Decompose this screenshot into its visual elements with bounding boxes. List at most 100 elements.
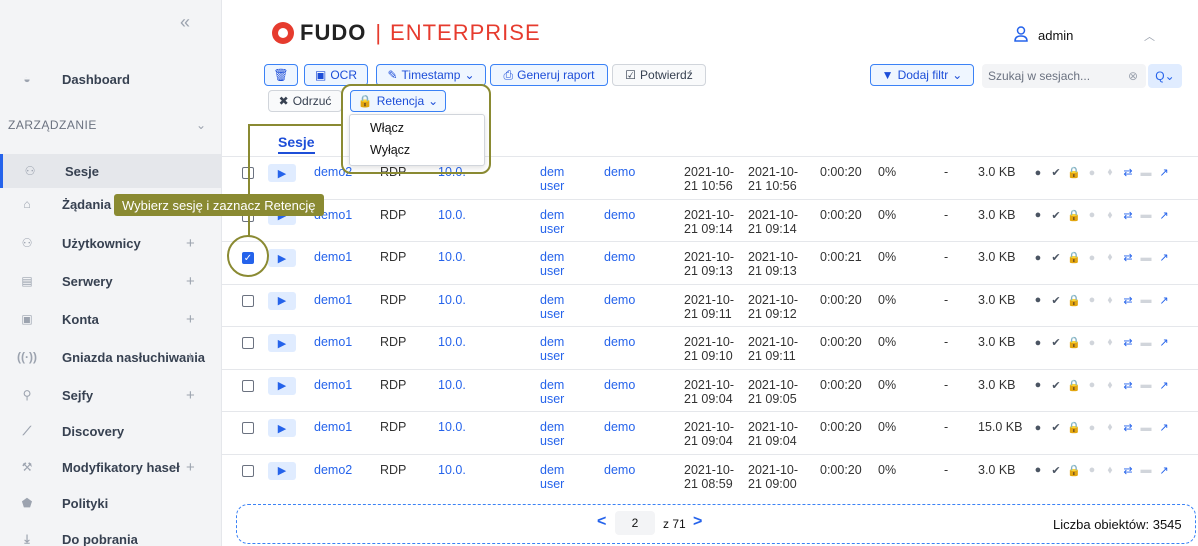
lock-icon[interactable]: 🔒 bbox=[1067, 166, 1081, 179]
status-icon[interactable]: ● bbox=[1032, 209, 1044, 221]
cell-user[interactable]: demo1 bbox=[314, 250, 352, 264]
cell-account-sub[interactable]: user bbox=[540, 264, 564, 278]
sidebar-item-policies[interactable]: ⬟ Polityki bbox=[0, 486, 222, 520]
menu-item-enable[interactable]: Włącz bbox=[350, 115, 484, 137]
comment-icon[interactable]: ● bbox=[1086, 209, 1098, 221]
approved-icon[interactable]: ✔ bbox=[1050, 251, 1062, 264]
play-icon[interactable]: ▶ bbox=[268, 376, 296, 395]
cell-server[interactable]: demo bbox=[604, 165, 635, 179]
tab-sesje[interactable]: Sesje bbox=[278, 134, 315, 154]
cell-server[interactable]: demo bbox=[604, 463, 635, 477]
document-icon[interactable]: ▬ bbox=[1140, 252, 1152, 264]
cell-user[interactable]: demo2 bbox=[314, 165, 352, 179]
prev-page-icon[interactable]: < bbox=[597, 513, 606, 531]
open-icon[interactable]: ↗ bbox=[1158, 294, 1170, 307]
open-icon[interactable]: ↗ bbox=[1158, 166, 1170, 179]
open-icon[interactable]: ↗ bbox=[1158, 464, 1170, 477]
approved-icon[interactable]: ✔ bbox=[1050, 336, 1062, 349]
sidebar-item-safes[interactable]: ⚲ Sejfy + bbox=[0, 378, 222, 412]
status-icon[interactable]: ● bbox=[1032, 167, 1044, 179]
approved-icon[interactable]: ✔ bbox=[1050, 464, 1062, 477]
sidebar-section-management[interactable]: ZARZĄDZANIE ⌄ bbox=[0, 118, 222, 132]
cell-account[interactable]: dem bbox=[540, 293, 564, 307]
comment-icon[interactable]: ● bbox=[1086, 337, 1098, 349]
confirm-button[interactable]: ☑ Potwierdź bbox=[612, 64, 706, 86]
cell-server[interactable]: demo bbox=[604, 250, 635, 264]
comment-icon[interactable]: ● bbox=[1086, 294, 1098, 306]
approved-icon[interactable]: ✔ bbox=[1050, 379, 1062, 392]
generate-report-button[interactable]: ⎙ Generuj raport bbox=[490, 64, 608, 86]
cell-server[interactable]: demo bbox=[604, 208, 635, 222]
transfer-icon[interactable]: ⇄ bbox=[1122, 209, 1134, 222]
sidebar-item-users[interactable]: ⚇ Użytkownicy + bbox=[0, 226, 222, 260]
search-input[interactable]: Szukaj w sesjach... ⊗ bbox=[982, 64, 1146, 88]
cell-ip[interactable]: 10.0. bbox=[438, 165, 466, 179]
status-icon[interactable]: ● bbox=[1032, 464, 1044, 476]
play-icon[interactable]: ▶ bbox=[268, 461, 296, 480]
comment-icon[interactable]: ● bbox=[1086, 167, 1098, 179]
menu-item-disable[interactable]: Wyłącz bbox=[350, 137, 484, 159]
status-icon[interactable]: ● bbox=[1032, 337, 1044, 349]
cell-account-sub[interactable]: user bbox=[540, 349, 564, 363]
lock-icon[interactable]: 🔒 bbox=[1067, 464, 1081, 477]
row-checkbox[interactable] bbox=[242, 294, 254, 307]
cell-server[interactable]: demo bbox=[604, 378, 635, 392]
open-icon[interactable]: ↗ bbox=[1158, 421, 1170, 434]
chevron-up-icon[interactable]: ︿ bbox=[1144, 28, 1155, 44]
reject-button[interactable]: ✖ Odrzuć bbox=[268, 90, 342, 112]
cell-account[interactable]: dem bbox=[540, 250, 564, 264]
document-icon[interactable]: ▬ bbox=[1140, 379, 1152, 391]
sidebar-item-password-modifiers[interactable]: ⚒ Modyfikatory haseł + bbox=[0, 450, 222, 484]
table-row[interactable]: ✓ ▶ demo1 RDP 10.0. dem user demo 2021-10- 21 09:… bbox=[222, 241, 1198, 283]
cell-user[interactable]: demo2 bbox=[314, 463, 352, 477]
tag-icon[interactable]: ⬧ bbox=[1104, 166, 1116, 179]
status-icon[interactable]: ● bbox=[1032, 379, 1044, 391]
cell-account-sub[interactable]: user bbox=[540, 477, 564, 491]
transfer-icon[interactable]: ⇄ bbox=[1122, 379, 1134, 392]
tag-icon[interactable]: ⬧ bbox=[1104, 464, 1116, 477]
next-page-icon[interactable]: > bbox=[693, 513, 702, 531]
cell-user[interactable]: demo1 bbox=[314, 420, 352, 434]
add-icon[interactable]: + bbox=[186, 459, 195, 476]
tag-icon[interactable]: ⬧ bbox=[1104, 209, 1116, 222]
search-button[interactable]: Q ⌄ bbox=[1148, 64, 1182, 88]
cell-ip[interactable]: 10.0. bbox=[438, 463, 466, 477]
add-filter-button[interactable]: ▼ Dodaj filtr ⌄ bbox=[870, 64, 974, 86]
table-row[interactable]: ▶ demo1 RDP 10.0. dem user demo 2021-10- 21 09:0… bbox=[222, 368, 1198, 411]
lock-icon[interactable]: 🔒 bbox=[1067, 294, 1081, 307]
add-icon[interactable]: + bbox=[186, 235, 195, 252]
document-icon[interactable]: ▬ bbox=[1140, 294, 1152, 306]
add-icon[interactable]: + bbox=[186, 273, 195, 290]
sidebar-item-accounts[interactable]: ▣ Konta + bbox=[0, 302, 222, 336]
lock-icon[interactable]: 🔒 bbox=[1067, 336, 1081, 349]
add-icon[interactable]: + bbox=[186, 311, 195, 328]
approved-icon[interactable]: ✔ bbox=[1050, 294, 1062, 307]
play-icon[interactable]: ▶ bbox=[268, 249, 296, 267]
cell-account-sub[interactable]: user bbox=[540, 434, 564, 448]
row-checkbox[interactable] bbox=[242, 464, 254, 477]
table-row[interactable]: ▶ demo1 RDP 10.0. dem user demo 2021-10- 21 09:1… bbox=[222, 198, 1198, 241]
open-icon[interactable]: ↗ bbox=[1158, 336, 1170, 349]
lock-icon[interactable]: 🔒 bbox=[1067, 379, 1081, 392]
cell-account-sub[interactable]: user bbox=[540, 179, 564, 193]
table-row[interactable]: ▶ demo1 RDP 10.0. dem user demo 2021-10- 21 09:0… bbox=[222, 411, 1198, 453]
cell-ip[interactable]: 10.0. bbox=[438, 208, 466, 222]
cell-user[interactable]: demo1 bbox=[314, 293, 352, 307]
status-icon[interactable]: ● bbox=[1032, 252, 1044, 264]
cell-server[interactable]: demo bbox=[604, 420, 635, 434]
row-checkbox[interactable] bbox=[242, 337, 254, 349]
sidebar-item-sessions[interactable]: ⚇ Sesje bbox=[0, 154, 222, 188]
collapse-sidebar-icon[interactable]: « bbox=[180, 12, 190, 33]
document-icon[interactable]: ▬ bbox=[1140, 167, 1152, 179]
page-input[interactable]: 2 bbox=[615, 511, 655, 535]
tag-icon[interactable]: ⬧ bbox=[1104, 379, 1116, 392]
approved-icon[interactable]: ✔ bbox=[1050, 421, 1062, 434]
document-icon[interactable]: ▬ bbox=[1140, 464, 1152, 476]
cell-server[interactable]: demo bbox=[604, 293, 635, 307]
cell-ip[interactable]: 10.0. bbox=[438, 293, 466, 307]
cell-account[interactable]: dem bbox=[540, 463, 564, 477]
cell-account-sub[interactable]: user bbox=[540, 222, 564, 236]
status-icon[interactable]: ● bbox=[1032, 294, 1044, 306]
comment-icon[interactable]: ● bbox=[1086, 464, 1098, 476]
cell-ip[interactable]: 10.0. bbox=[438, 335, 466, 349]
